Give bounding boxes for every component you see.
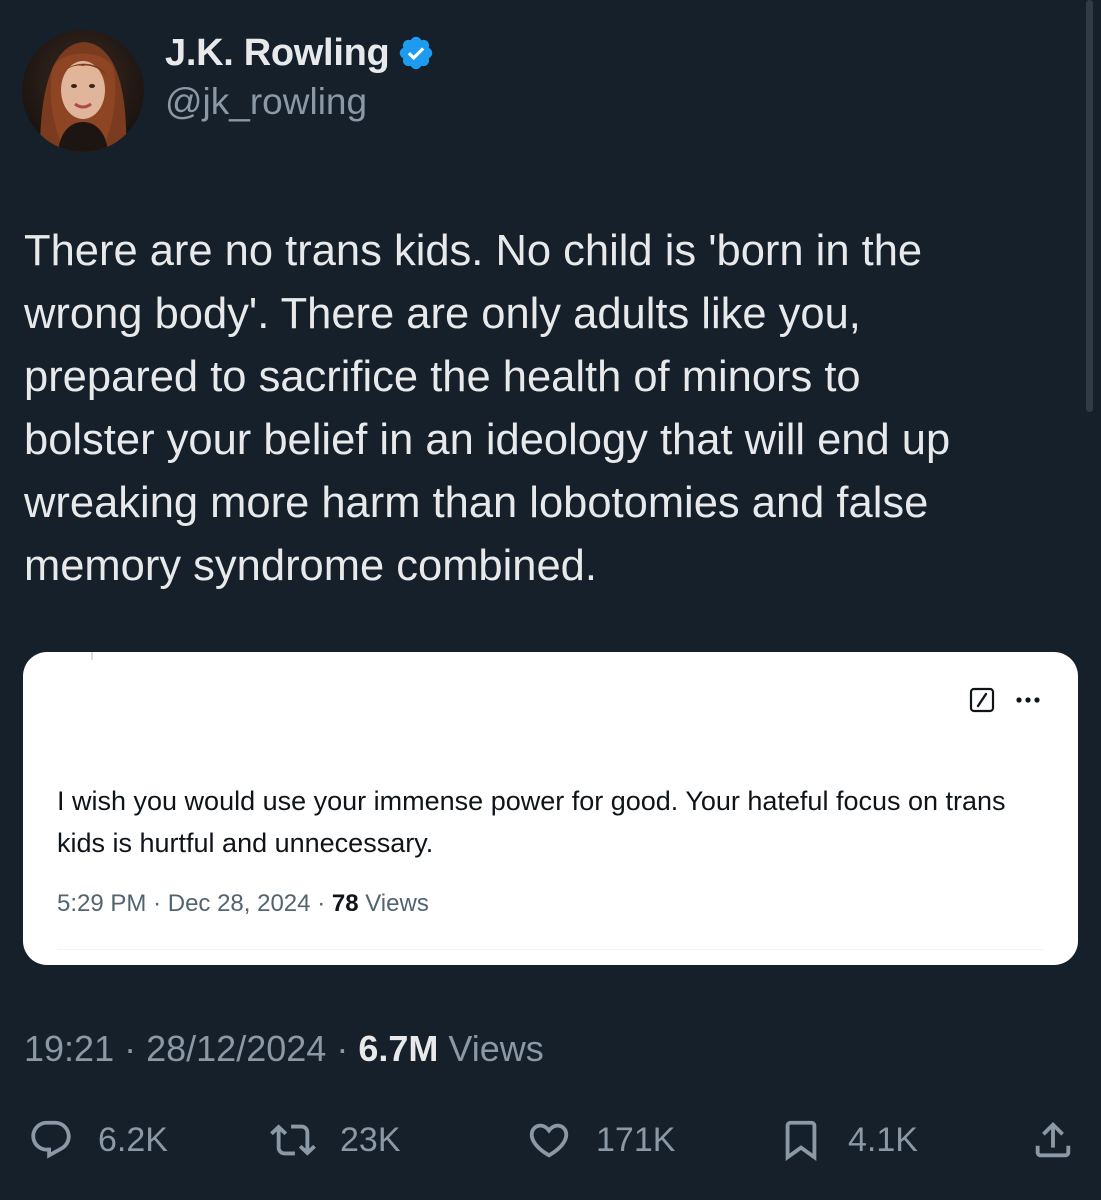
quoted-tweet-views-label: Views xyxy=(365,890,429,917)
repost-button[interactable]: 23K xyxy=(270,1112,401,1168)
display-name-row: J.K. Rowling xyxy=(165,29,435,77)
tweet-views-label: Views xyxy=(448,1028,544,1069)
display-name[interactable]: J.K. Rowling xyxy=(165,32,390,75)
reply-count: 6.2K xyxy=(98,1120,168,1159)
bookmark-icon xyxy=(785,1120,817,1161)
like-button[interactable]: 171K xyxy=(526,1112,675,1168)
repost-count: 23K xyxy=(340,1120,401,1159)
share-button[interactable] xyxy=(1030,1112,1076,1168)
meta-separator: · xyxy=(124,1028,147,1069)
handle[interactable]: @jk_rowling xyxy=(165,81,435,123)
bookmark-button[interactable]: 4.1K xyxy=(778,1112,918,1168)
meta-separator: · xyxy=(336,1028,359,1069)
quoted-tweet-text: I wish you would use your immense power … xyxy=(57,786,1006,858)
tweet-header: J.K. Rowling @jk_rowling xyxy=(22,30,435,152)
card-divider-mark xyxy=(91,652,93,660)
tweet-time[interactable]: 19:21 xyxy=(24,1028,114,1069)
quoted-tweet-card[interactable]: I wish you would use your immense power … xyxy=(23,652,1078,965)
meta-separator: · xyxy=(317,890,332,917)
card-divider xyxy=(57,949,1044,950)
bookmark-count: 4.1K xyxy=(848,1120,918,1159)
more-icon[interactable] xyxy=(1015,696,1041,704)
reply-icon xyxy=(31,1120,71,1159)
quoted-tweet-meta: 5:29 PM · Dec 28, 2024 · 78 Views xyxy=(57,890,429,918)
avatar[interactable] xyxy=(22,30,144,152)
action-bar: 6.2K 23K 171K 4.1K xyxy=(0,1112,1101,1172)
scrollbar[interactable] xyxy=(1086,0,1093,412)
tweet-views-count: 6.7M xyxy=(358,1028,439,1069)
repost-icon xyxy=(270,1124,316,1156)
share-icon xyxy=(1035,1121,1071,1158)
edit-icon[interactable] xyxy=(969,687,995,713)
quoted-tweet-time[interactable]: 5:29 PM xyxy=(57,890,146,917)
reply-button[interactable]: 6.2K xyxy=(28,1112,168,1168)
quoted-tweet-views-count: 78 xyxy=(331,890,359,917)
author-names: J.K. Rowling @jk_rowling xyxy=(165,29,435,123)
avatar-image xyxy=(22,30,144,152)
quoted-tweet-date[interactable]: Dec 28, 2024 xyxy=(168,890,311,917)
verified-badge-icon[interactable] xyxy=(397,34,435,72)
tweet-text: There are no trans kids. No child is 'bo… xyxy=(24,227,951,590)
like-count: 171K xyxy=(596,1120,676,1159)
like-icon xyxy=(529,1123,569,1158)
meta-separator: · xyxy=(153,890,168,917)
tweet-date[interactable]: 28/12/2024 xyxy=(146,1028,326,1069)
tweet-meta: 19:21 · 28/12/2024 · 6.7M Views xyxy=(24,1028,544,1070)
